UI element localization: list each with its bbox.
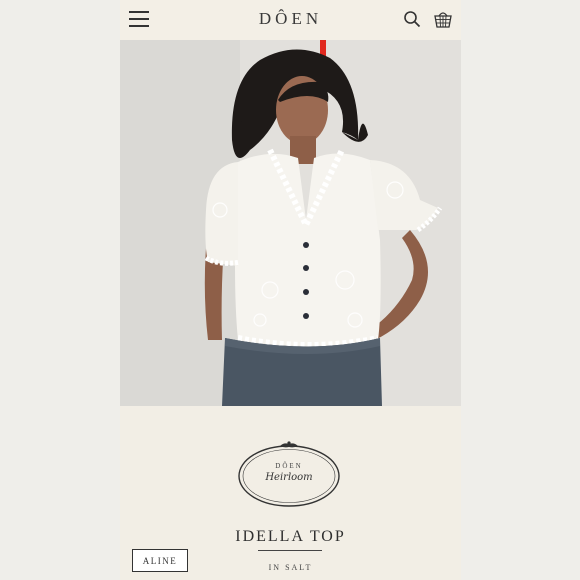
title-divider <box>258 550 322 551</box>
product-photo[interactable] <box>120 40 461 406</box>
emblem-brand-text: DÔEN <box>275 462 303 470</box>
model-illustration <box>120 40 461 406</box>
product-title: IDELLA TOP <box>235 528 346 545</box>
search-icon[interactable] <box>403 10 421 28</box>
seller-tag-label: ALINE <box>132 549 188 572</box>
emblem-script-text: Heirloom <box>265 472 313 483</box>
top-navigation-bar: DÔEN <box>120 0 461 40</box>
basket-icon[interactable] <box>433 9 453 28</box>
mobile-page: DÔEN DÔEN Heirloom IDELLA TOP IN SALT <box>120 0 461 580</box>
